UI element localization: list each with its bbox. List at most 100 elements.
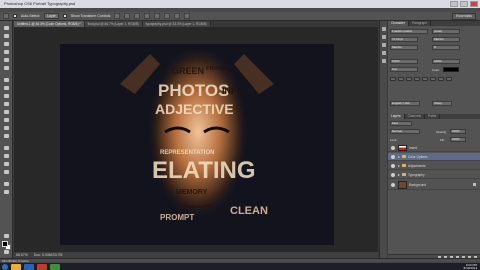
chevron-right-icon[interactable] — [398, 155, 400, 158]
tab-channels[interactable]: Channels — [405, 114, 426, 119]
chevron-right-icon[interactable] — [398, 173, 400, 176]
quick-mask-icon[interactable] — [3, 233, 10, 239]
all-caps-button[interactable] — [406, 77, 412, 81]
photoshop-taskbar-icon[interactable] — [24, 263, 34, 270]
eraser-tool-icon[interactable] — [3, 109, 10, 115]
swatches-panel-icon[interactable] — [382, 59, 386, 63]
app-taskbar-icon-2[interactable] — [50, 263, 60, 270]
eye-icon — [390, 172, 395, 177]
font-size-field[interactable]: 74.59 pt — [390, 37, 418, 42]
canvas-word-memory: MEMORY — [176, 189, 208, 196]
layer-row-background[interactable]: Background — [388, 180, 480, 190]
language-select[interactable]: English: USA — [390, 101, 420, 106]
leading-field[interactable]: Metrics — [432, 37, 460, 42]
maximize-button[interactable] — [460, 1, 468, 7]
tab-paths[interactable]: Paths — [425, 114, 441, 119]
align-center-icon[interactable] — [154, 13, 161, 19]
close-button[interactable] — [470, 1, 478, 7]
path-select-tool-icon[interactable] — [3, 161, 10, 167]
hand-tool-icon[interactable] — [3, 181, 10, 187]
explorer-icon[interactable] — [11, 263, 21, 270]
baseline-shift-field[interactable]: 0 pt — [390, 67, 418, 72]
type-tool-icon[interactable] — [3, 153, 10, 159]
quick-select-tool-icon[interactable] — [3, 49, 10, 55]
start-button-icon[interactable] — [2, 263, 8, 270]
foreground-color-swatch[interactable] — [2, 241, 8, 247]
layer-row-adjustments[interactable]: Adjustments — [388, 162, 480, 170]
vertical-scale-field[interactable]: 100% — [390, 59, 418, 64]
move-tool-icon[interactable] — [3, 13, 9, 19]
history-panel-icon[interactable] — [382, 27, 386, 31]
align-top-icon[interactable] — [114, 13, 121, 19]
superscript-button[interactable] — [422, 77, 428, 81]
faux-italic-button[interactable] — [398, 77, 404, 81]
layers-panel: Layers Channels Paths Kind Normal Opacit… — [388, 114, 480, 260]
folder-icon — [402, 164, 406, 167]
lasso-tool-icon[interactable] — [3, 41, 10, 47]
blend-mode-select[interactable]: Normal — [390, 129, 420, 134]
visibility-toggle[interactable] — [389, 144, 396, 151]
history-brush-tool-icon[interactable] — [3, 101, 10, 107]
align-bottom-icon[interactable] — [134, 13, 141, 19]
layer-row-color-options[interactable]: Color Options — [388, 153, 480, 161]
small-caps-button[interactable] — [414, 77, 420, 81]
strikethrough-button[interactable] — [446, 77, 452, 81]
distribute-icon[interactable] — [174, 13, 181, 19]
properties-panel-icon[interactable] — [382, 35, 386, 39]
tracking-field[interactable]: 0 — [432, 45, 460, 50]
tab-layers[interactable]: Layers — [388, 114, 405, 119]
pen-tool-icon[interactable] — [3, 145, 10, 151]
tab-paragraph[interactable]: Paragraph — [409, 21, 431, 26]
antialias-select[interactable]: Sharp — [432, 101, 452, 106]
zoom-tool-icon[interactable] — [3, 189, 10, 195]
minimize-button[interactable] — [450, 1, 458, 7]
3d-mode-icon[interactable] — [184, 13, 191, 19]
tab-character[interactable]: Character — [388, 21, 409, 26]
visibility-toggle[interactable] — [389, 171, 396, 178]
info-panel-icon[interactable] — [382, 43, 386, 47]
align-right-icon[interactable] — [164, 13, 171, 19]
eye-icon — [390, 145, 395, 150]
layer-row-invert[interactable]: Invert — [388, 144, 480, 152]
gradient-tool-icon[interactable] — [3, 117, 10, 123]
horizontal-scale-field[interactable]: 100% — [432, 59, 460, 64]
faux-bold-button[interactable] — [390, 77, 396, 81]
blur-tool-icon[interactable] — [3, 125, 10, 131]
marquee-tool-icon[interactable] — [3, 33, 10, 39]
shape-tool-icon[interactable] — [3, 169, 10, 175]
move-tool-icon[interactable] — [3, 25, 10, 31]
brush-tool-icon[interactable] — [3, 85, 10, 91]
document-canvas[interactable]: GREEN FRANKLIN PHOTOS INFO ADJECTIVE REP… — [60, 44, 334, 245]
font-style-select[interactable]: (Auto) — [432, 29, 460, 34]
app-taskbar-icon[interactable] — [37, 263, 47, 270]
auto-select-dropdown[interactable]: Layer — [44, 13, 59, 19]
brush-panel-icon[interactable] — [382, 51, 386, 55]
visibility-toggle[interactable] — [389, 162, 396, 169]
auto-select-checkbox[interactable] — [13, 14, 17, 18]
taskbar-clock[interactable]: 3:03 PM 5/10/2014 — [464, 264, 477, 270]
fill-field[interactable]: 100% — [450, 137, 466, 142]
layer-filter-select[interactable]: Kind — [390, 121, 412, 126]
opacity-field[interactable]: 100% — [450, 129, 466, 134]
eye-icon — [390, 163, 395, 168]
chevron-right-icon[interactable] — [398, 164, 400, 167]
text-color-swatch[interactable] — [443, 67, 459, 72]
visibility-toggle[interactable] — [389, 181, 396, 188]
canvas-word-adjective: ADJECTIVE — [155, 101, 234, 117]
layer-row-typography[interactable]: Typography — [388, 171, 480, 179]
visibility-toggle[interactable] — [389, 153, 396, 160]
healing-brush-tool-icon[interactable] — [3, 77, 10, 83]
subscript-button[interactable] — [430, 77, 436, 81]
align-middle-icon[interactable] — [124, 13, 131, 19]
font-family-select[interactable]: Franklin Gothic — [390, 29, 428, 34]
screen-mode-icon[interactable] — [3, 249, 10, 255]
transform-controls-checkbox[interactable] — [62, 14, 67, 18]
eyedropper-tool-icon[interactable] — [3, 65, 10, 71]
clone-stamp-tool-icon[interactable] — [3, 93, 10, 99]
kerning-field[interactable]: Metrics — [390, 45, 418, 50]
align-left-icon[interactable] — [144, 13, 151, 19]
underline-button[interactable] — [438, 77, 444, 81]
dodge-tool-icon[interactable] — [3, 133, 10, 139]
workspace-switcher[interactable]: Essentials — [452, 13, 476, 20]
crop-tool-icon[interactable] — [3, 57, 10, 63]
